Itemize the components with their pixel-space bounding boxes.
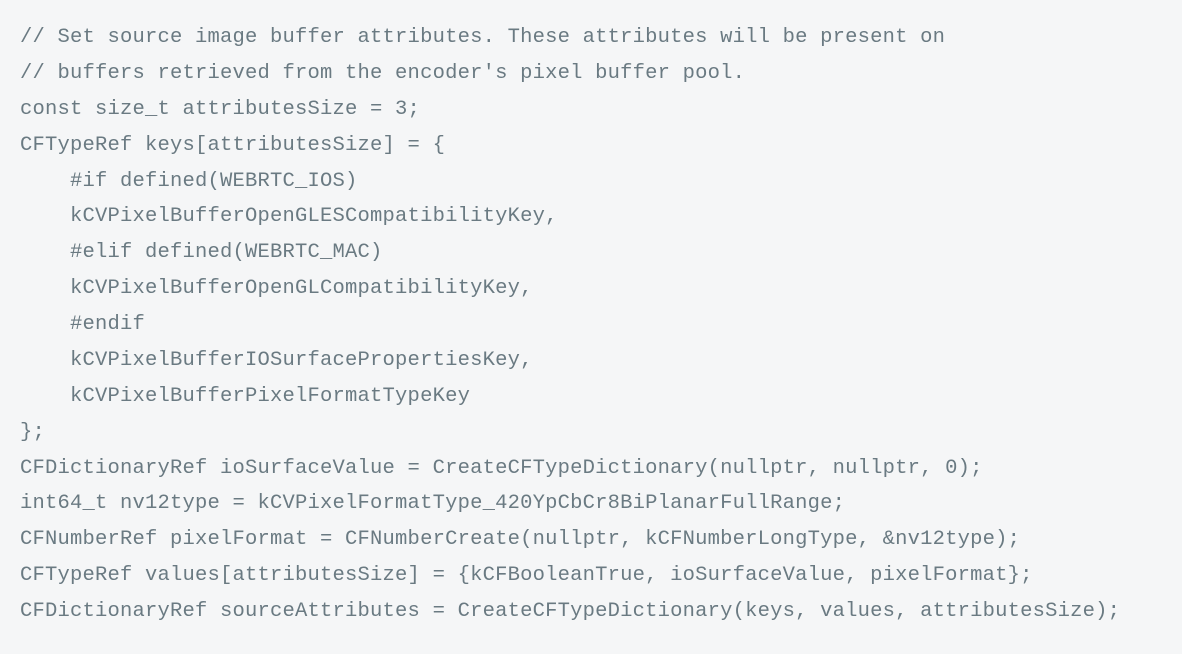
- code-line: #endif: [20, 307, 1162, 343]
- code-line: CFDictionaryRef ioSurfaceValue = CreateC…: [20, 451, 1162, 487]
- code-line: #elif defined(WEBRTC_MAC): [20, 235, 1162, 271]
- code-line: CFTypeRef keys[attributesSize] = {: [20, 128, 1162, 164]
- code-line: #if defined(WEBRTC_IOS): [20, 164, 1162, 200]
- code-line: CFNumberRef pixelFormat = CFNumberCreate…: [20, 522, 1162, 558]
- code-line: // Set source image buffer attributes. T…: [20, 20, 1162, 56]
- code-line: const size_t attributesSize = 3;: [20, 92, 1162, 128]
- code-line: int64_t nv12type = kCVPixelFormatType_42…: [20, 486, 1162, 522]
- code-line: // buffers retrieved from the encoder's …: [20, 56, 1162, 92]
- code-line: kCVPixelBufferOpenGLESCompatibilityKey,: [20, 199, 1162, 235]
- code-line: CFTypeRef values[attributesSize] = {kCFB…: [20, 558, 1162, 594]
- code-line: kCVPixelBufferIOSurfacePropertiesKey,: [20, 343, 1162, 379]
- code-line: CFDictionaryRef sourceAttributes = Creat…: [20, 594, 1162, 630]
- code-line: kCVPixelBufferPixelFormatTypeKey: [20, 379, 1162, 415]
- code-line: };: [20, 415, 1162, 451]
- code-line: kCVPixelBufferOpenGLCompatibilityKey,: [20, 271, 1162, 307]
- code-block: // Set source image buffer attributes. T…: [0, 0, 1182, 650]
